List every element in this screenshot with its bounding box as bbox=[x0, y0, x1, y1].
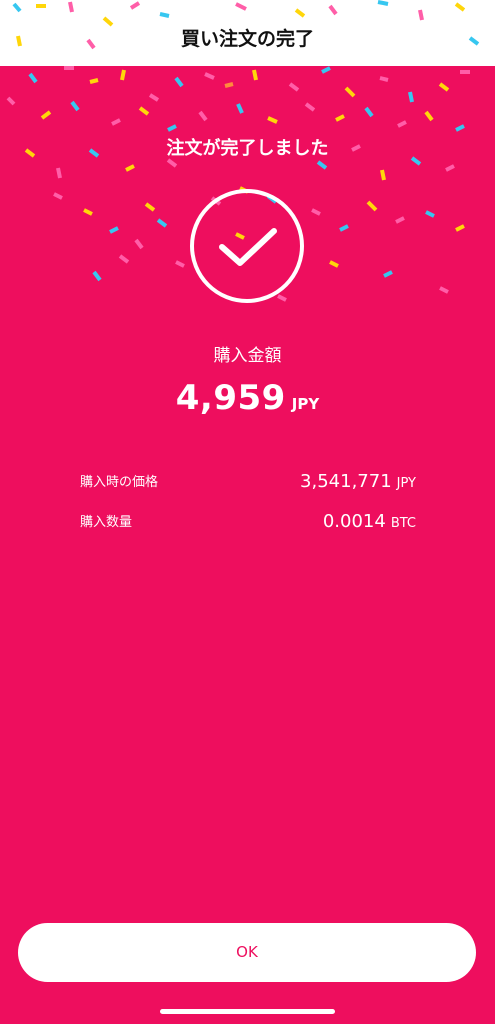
detail-value: 3,541,771 JPY bbox=[300, 471, 416, 492]
detail-row-purchase-price: 購入時の価格 3,541,771 JPY bbox=[80, 464, 416, 494]
detail-value: 0.0014 BTC bbox=[323, 511, 416, 532]
app-header: 買い注文の完了 bbox=[0, 0, 495, 66]
order-complete-message: 注文が完了しました bbox=[166, 138, 329, 159]
purchase-amount-label: 購入金額 bbox=[213, 346, 282, 366]
purchase-amount-value: 4,959 bbox=[175, 378, 286, 418]
detail-number: 3,541,771 bbox=[300, 471, 392, 492]
purchase-amount: 4,959 JPY bbox=[0, 378, 495, 418]
detail-unit: JPY bbox=[396, 476, 416, 491]
detail-unit: BTC bbox=[390, 516, 416, 531]
checkmark-circle-icon bbox=[190, 189, 304, 303]
ok-button[interactable]: OK bbox=[18, 923, 476, 982]
detail-label: 購入時の価格 bbox=[80, 475, 159, 490]
page-title: 買い注文の完了 bbox=[180, 28, 314, 50]
purchase-amount-unit: JPY bbox=[291, 395, 320, 413]
detail-number: 0.0014 bbox=[322, 511, 386, 532]
home-indicator[interactable] bbox=[160, 1009, 335, 1014]
detail-row-purchase-quantity: 購入数量 0.0014 BTC bbox=[80, 504, 416, 534]
detail-label: 購入数量 bbox=[80, 515, 133, 530]
